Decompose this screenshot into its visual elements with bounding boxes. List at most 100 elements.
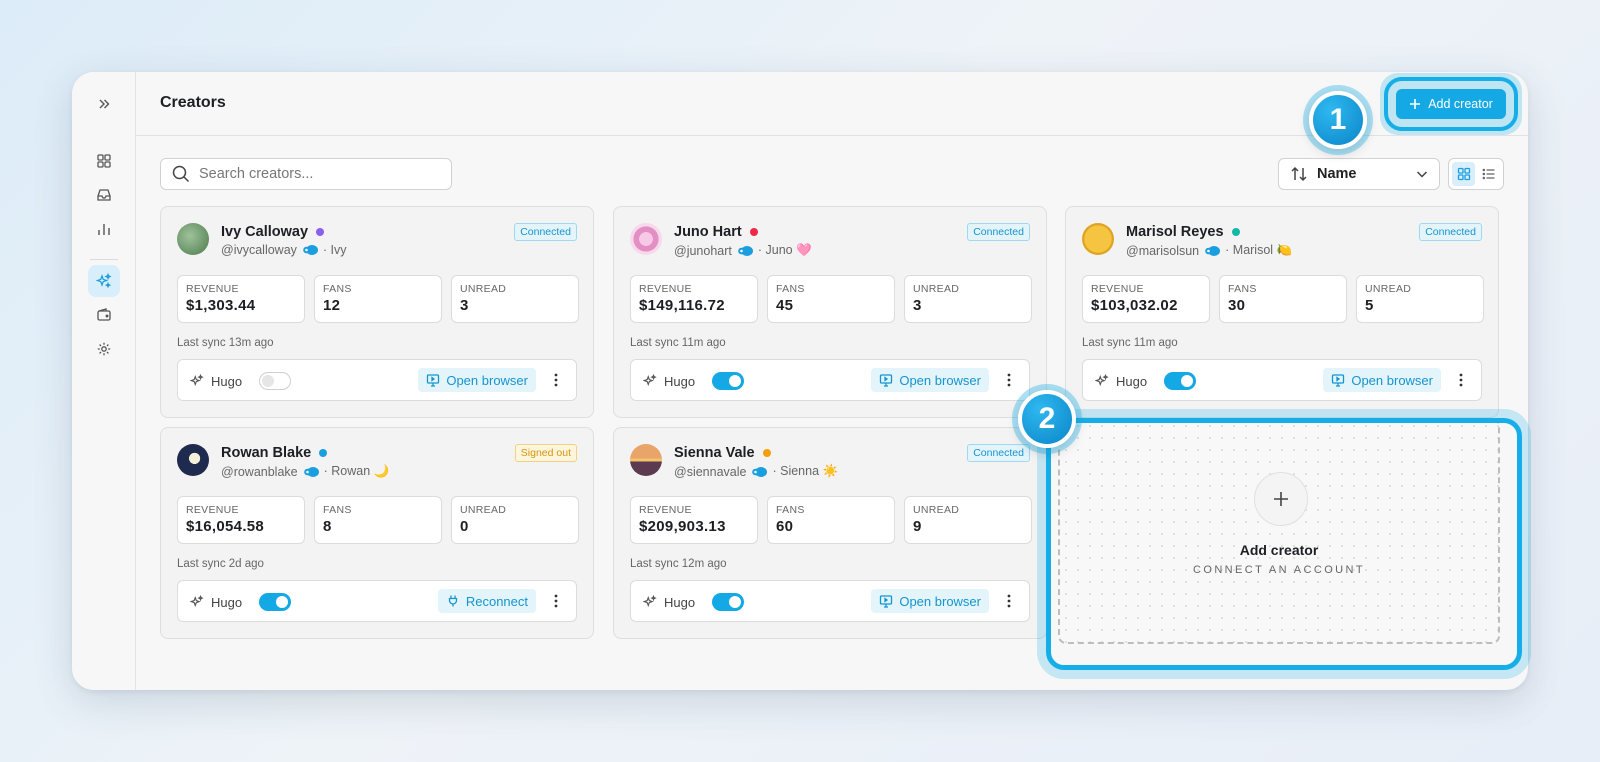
callout-number: 2 [1038, 402, 1056, 435]
more-options-button[interactable] [548, 592, 564, 610]
monitor-play-icon [879, 594, 893, 608]
sidebar-item-dashboard[interactable] [88, 145, 120, 177]
stat-label: UNREAD [1365, 283, 1412, 295]
creator-actions-row: Hugo Open browser [630, 580, 1030, 622]
platform-icon [302, 244, 318, 256]
open-browser-button[interactable]: Open browser [418, 368, 536, 392]
view-toggle [1448, 158, 1504, 190]
more-options-button[interactable] [1453, 371, 1469, 389]
hugo-toggle[interactable] [259, 372, 292, 390]
last-sync-text: Last sync 2d ago [177, 558, 264, 570]
unread-value: 5 [1365, 297, 1374, 314]
add-creator-button[interactable]: Add creator [1384, 77, 1518, 131]
status-dot [762, 449, 771, 457]
status-badge: Connected [967, 223, 1030, 241]
action-label: Reconnect [465, 593, 528, 609]
sidebar-item-settings[interactable] [88, 333, 120, 365]
last-sync-text: Last sync 13m ago [177, 337, 274, 349]
sort-icon [1291, 166, 1307, 182]
creator-actions-row: Hugo Reconnect [177, 580, 577, 622]
chevron-down-icon [1416, 171, 1428, 178]
more-options-button[interactable] [1001, 371, 1017, 389]
creator-card[interactable]: Rowan Blake @rowanblake · Rowan 🌙 Signed… [160, 427, 594, 639]
platform-icon [1204, 245, 1221, 257]
sparkles-icon [96, 273, 112, 289]
action-label: Open browser [899, 593, 981, 609]
revenue-value: $209,903.13 [639, 518, 726, 535]
search-icon [172, 165, 190, 183]
avatar [1082, 223, 1114, 255]
expand-sidebar-button[interactable] [88, 88, 120, 120]
creator-name[interactable]: Juno Hart [674, 224, 742, 240]
expand-icon [99, 99, 110, 109]
creator-alias: · Marisol 🍋 [1225, 243, 1293, 257]
revenue-stat: REVENUE $209,903.13 [630, 496, 758, 544]
unread-stat: UNREAD 0 [451, 496, 579, 544]
hugo-control: Hugo [190, 593, 292, 611]
avatar [630, 223, 662, 255]
avatar [177, 444, 209, 476]
creator-name[interactable]: Marisol Reyes [1126, 224, 1224, 240]
plug-icon [446, 594, 460, 608]
hugo-label: Hugo [664, 594, 696, 610]
hugo-toggle[interactable] [1164, 372, 1197, 390]
creator-name[interactable]: Sienna Vale [674, 445, 755, 461]
search-input[interactable] [199, 166, 439, 182]
open-browser-button[interactable]: Open browser [871, 368, 989, 392]
grid-icon [1457, 167, 1470, 181]
revenue-stat: REVENUE $103,032.02 [1082, 275, 1210, 323]
stat-label: FANS [323, 504, 352, 516]
more-vertical-icon [1459, 373, 1463, 387]
platform-icon [751, 466, 768, 478]
creator-card[interactable]: Sienna Vale @siennavale · Sienna ☀️ Conn… [613, 427, 1047, 639]
last-sync-text: Last sync 11m ago [1082, 337, 1178, 349]
hugo-toggle[interactable] [712, 593, 745, 611]
creator-name[interactable]: Ivy Calloway [221, 224, 308, 240]
creator-card[interactable]: Ivy Calloway @ivycalloway · Ivy Connecte… [160, 206, 594, 418]
sidebar-item-creators[interactable] [88, 265, 120, 297]
status-badge: Connected [1419, 223, 1482, 241]
stat-label: UNREAD [913, 283, 960, 295]
status-badge: Connected [514, 223, 577, 241]
hugo-control: Hugo [190, 372, 292, 390]
more-options-button[interactable] [1001, 592, 1017, 610]
wallet-icon [97, 308, 111, 321]
platform-icon [303, 466, 319, 478]
unread-value: 9 [913, 518, 922, 535]
stat-label: UNREAD [460, 504, 507, 516]
unread-value: 3 [460, 297, 469, 314]
creator-card[interactable]: Juno Hart @junohart · Juno 🩷 Connected R… [613, 206, 1047, 418]
settings-icon [97, 342, 111, 356]
avatar [177, 223, 209, 255]
creator-card[interactable]: Marisol Reyes @marisolsun · Marisol 🍋 Co… [1065, 206, 1499, 418]
open-browser-button[interactable]: Open browser [871, 589, 989, 613]
sparkles-icon [190, 595, 204, 609]
status-dot [319, 449, 328, 457]
grid-view-button[interactable] [1452, 162, 1475, 186]
fans-stat: FANS 60 [767, 496, 895, 544]
unread-value: 0 [460, 518, 469, 535]
unread-stat: UNREAD 3 [451, 275, 579, 323]
avatar [630, 444, 662, 476]
more-options-button[interactable] [548, 371, 564, 389]
hugo-toggle[interactable] [259, 593, 292, 611]
sort-select[interactable]: Name [1278, 158, 1440, 190]
creator-name[interactable]: Rowan Blake [221, 445, 311, 461]
sidebar-item-wallet[interactable] [88, 299, 120, 331]
creator-handle-row: @marisolsun · Marisol 🍋 [1126, 243, 1292, 258]
status-badge: Connected [967, 444, 1030, 462]
list-view-button[interactable] [1477, 162, 1500, 186]
sidebar-item-analytics[interactable] [88, 213, 120, 245]
last-sync-text: Last sync 11m ago [630, 337, 726, 349]
stat-label: FANS [776, 283, 805, 295]
unread-stat: UNREAD 5 [1356, 275, 1484, 323]
sidebar-item-inbox[interactable] [88, 179, 120, 211]
search-box[interactable] [160, 158, 452, 190]
reconnect-button[interactable]: Reconnect [437, 589, 536, 613]
stat-label: REVENUE [1091, 283, 1144, 295]
hugo-toggle[interactable] [712, 372, 745, 390]
revenue-stat: REVENUE $1,303.44 [177, 275, 305, 323]
stat-label: REVENUE [639, 283, 692, 295]
open-browser-button[interactable]: Open browser [1323, 368, 1441, 392]
stat-label: FANS [323, 283, 352, 295]
